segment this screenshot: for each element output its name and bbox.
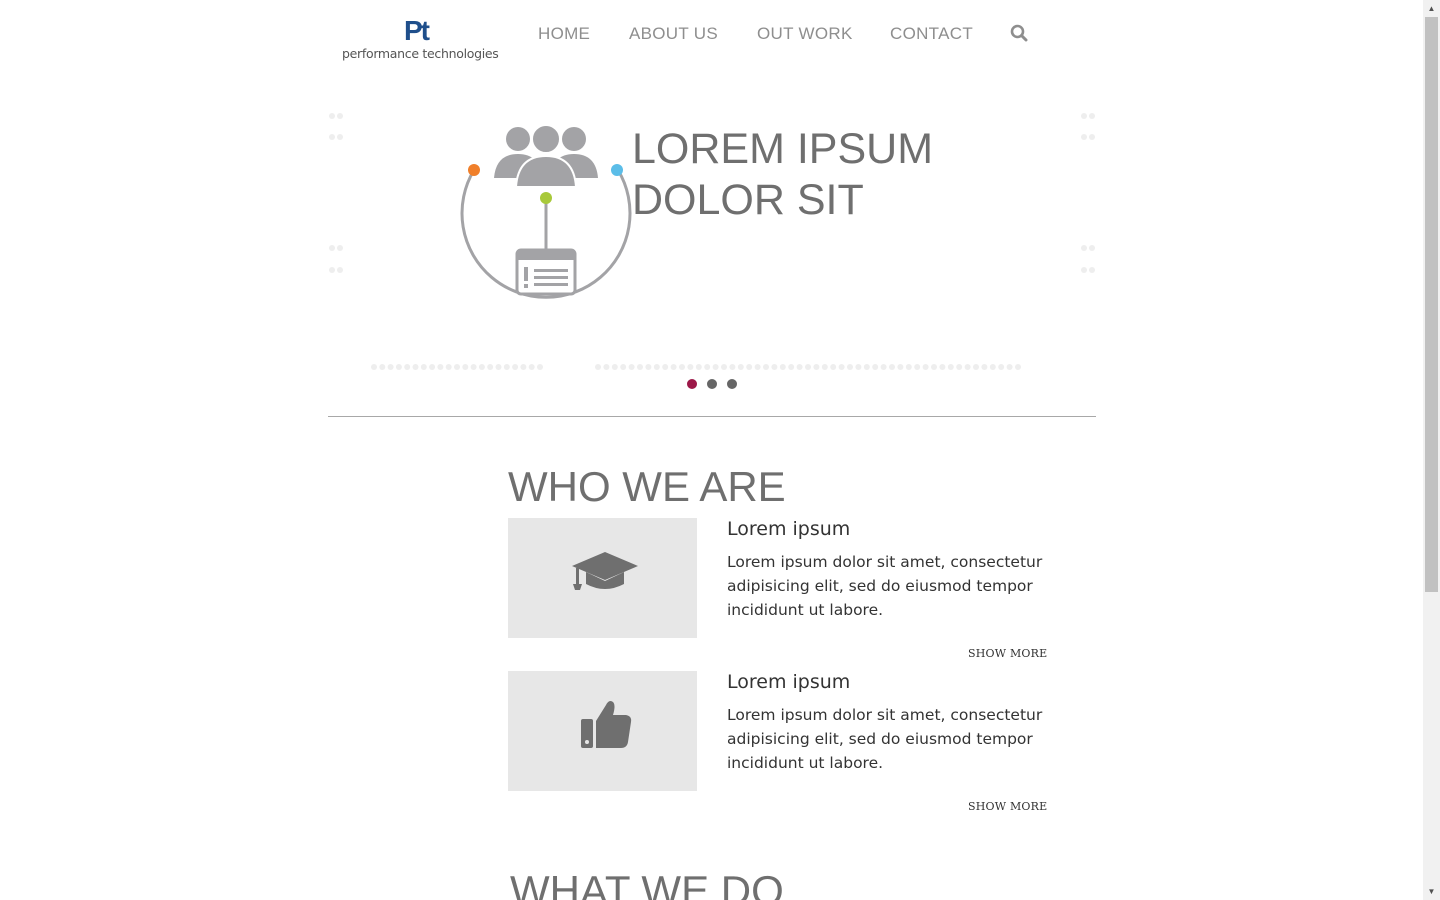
hero-title-line-1: LOREM IPSUM [632, 125, 934, 173]
card-text: Lorem ipsum dolor sit amet, consectetur … [727, 553, 1043, 619]
show-more-link[interactable]: SHOW MORE [968, 647, 1047, 660]
card-title: Lorem ipsum [727, 518, 851, 540]
hero-title-line-2: DOLOR SIT [632, 176, 864, 224]
page: Pt performance technologies HOME ABOUT U… [0, 0, 1423, 900]
slider-dot-2[interactable] [707, 379, 717, 389]
who-we-are-title: WHO WE ARE [508, 463, 786, 510]
hero-slider: LOREM IPSUM DOLOR SIT [328, 96, 1096, 416]
logo[interactable]: Pt performance technologies [342, 16, 502, 64]
card-title: Lorem ipsum [727, 671, 851, 693]
card-image [508, 671, 697, 791]
scrollbar[interactable]: ▲ ▼ [1423, 0, 1440, 900]
nav-about-us[interactable]: ABOUT US [629, 24, 718, 44]
slider-dot-1[interactable] [687, 379, 697, 389]
graduation-cap-icon [572, 552, 638, 590]
slider-dot-3[interactable] [727, 379, 737, 389]
nav-contact[interactable]: CONTACT [890, 24, 973, 44]
scroll-down-icon[interactable]: ▼ [1423, 883, 1440, 900]
what-we-do-title: WHAT WE DO [510, 867, 784, 900]
thumbs-up-icon [581, 701, 632, 748]
divider [328, 416, 1096, 417]
scrollbar-thumb[interactable] [1425, 17, 1438, 592]
scroll-up-icon[interactable]: ▲ [1423, 0, 1440, 17]
hero-title: LOREM IPSUM DOLOR SIT [632, 124, 933, 226]
logo-text: performance technologies [342, 46, 499, 61]
nav-our-work[interactable]: OUT WORK [757, 24, 853, 44]
card-image [508, 518, 697, 638]
people-network-icon [460, 124, 632, 299]
nav-home[interactable]: HOME [538, 24, 590, 44]
card-text: Lorem ipsum dolor sit amet, consectetur … [727, 706, 1043, 772]
show-more-link[interactable]: SHOW MORE [968, 800, 1047, 813]
logo-mark: Pt [404, 15, 430, 46]
search-icon[interactable] [1010, 24, 1028, 42]
